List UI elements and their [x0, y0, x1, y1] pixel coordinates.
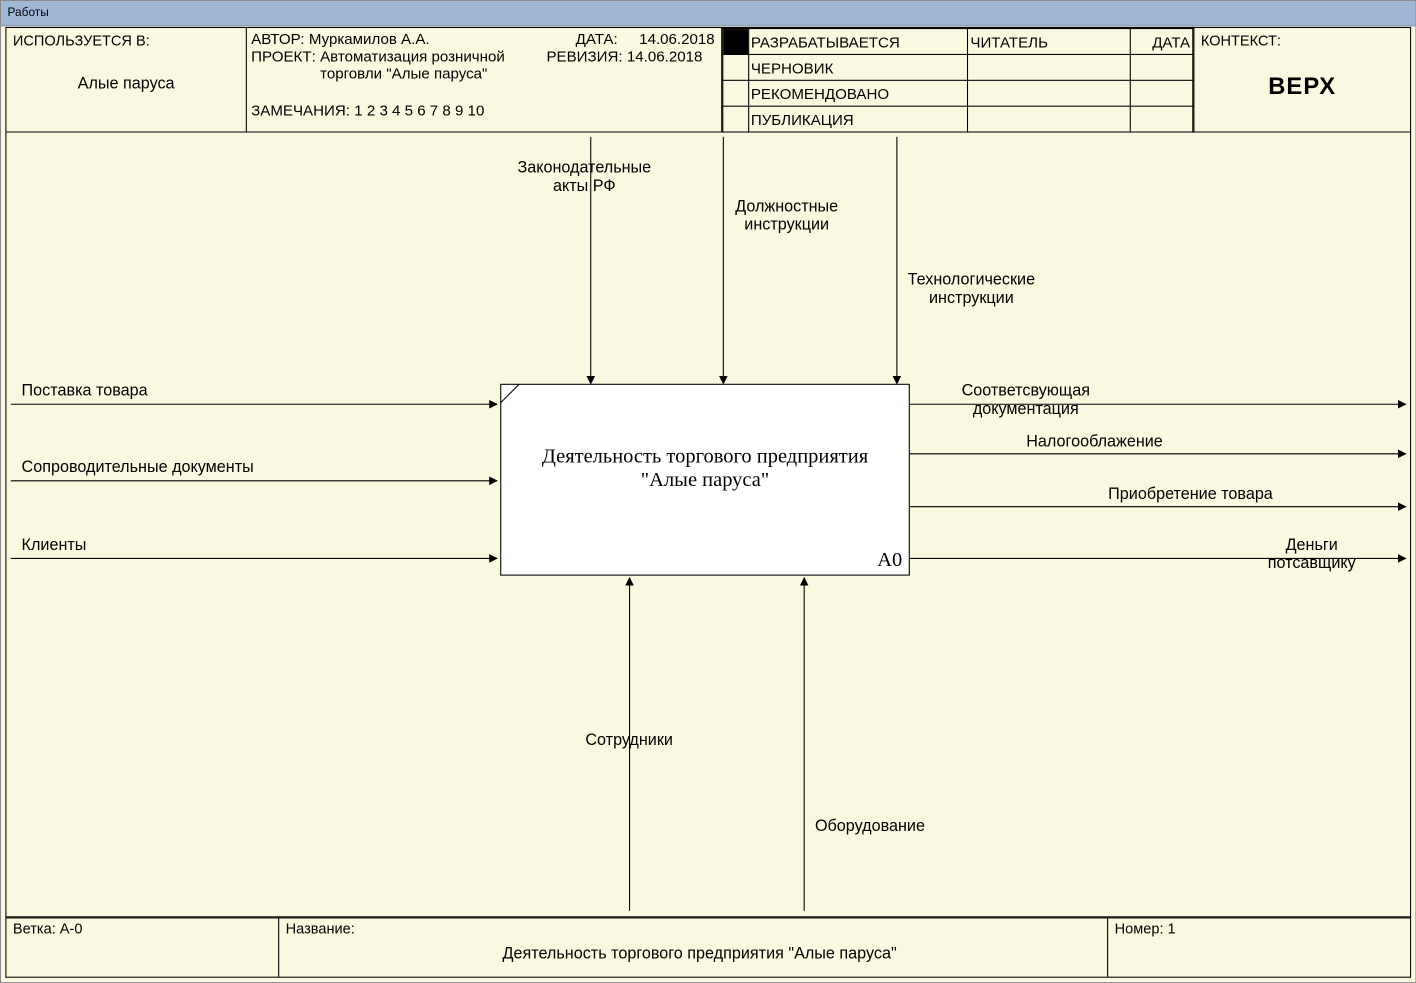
output-doc: Соответсвующая документация [962, 382, 1090, 419]
footer-title-label: Название: [286, 921, 355, 937]
activity-title-l1: Деятельность торгового предприятия [501, 445, 908, 469]
diagram-footer: Ветка: A-0 Название: Деятельность торгов… [5, 917, 1411, 977]
rev-value: 14.06.2018 [627, 47, 703, 81]
activity-block: Деятельность торгового предприятия "Алые… [500, 384, 910, 576]
status-recommended: РЕКОМЕНДОВАНО [748, 80, 968, 106]
footer-node-value: A-0 [60, 921, 83, 937]
control-tech: Технологические инструкции [908, 271, 1035, 308]
diagram-header: ИСПОЛЬЗУЕТСЯ В: Алые паруса АВТОР: Мурка… [5, 27, 1411, 133]
activity-node: A0 [877, 549, 902, 573]
footer-title-value: Деятельность торгового предприятия "Алые… [286, 944, 1114, 962]
project-value: Автоматизация розничной торговли "Алые п… [320, 47, 546, 81]
date-value: 14.06.2018 [618, 30, 715, 47]
mechanism-staff: Сотрудники [585, 731, 673, 749]
author-label: АВТОР: [251, 30, 304, 47]
footer-number-value: 1 [1168, 921, 1176, 937]
mechanism-equip: Оборудование [815, 817, 925, 835]
reader-label: ЧИТАТЕЛЬ [968, 29, 1131, 55]
remarks-label: ЗАМЕЧАНИЯ: [251, 101, 350, 118]
output-tax: Налогооблажение [1026, 432, 1163, 450]
context-value: ВЕРХ [1201, 72, 1404, 100]
rev-label: РЕВИЗИЯ: [546, 47, 622, 81]
input-supply: Поставка товара [22, 382, 148, 400]
author-value: Муркамилов А.А. [309, 30, 430, 47]
output-money: Деньги потсавщику [1268, 536, 1356, 573]
output-purchase: Приобретение товара [1108, 485, 1273, 503]
context-label: КОНТЕКСТ: [1201, 32, 1404, 48]
date-label: ДАТА: [576, 30, 618, 47]
used-in-value: Алые паруса [13, 74, 239, 92]
status-marker-working [723, 29, 748, 55]
window-title: Работы [8, 6, 49, 19]
status-working: РАЗРАБАТЫВАЕТСЯ [748, 29, 968, 55]
header-date-label: ДАТА [1131, 29, 1193, 55]
footer-node-label: Ветка: [13, 921, 56, 937]
control-job: Должностные инструкции [735, 197, 838, 234]
status-publication: ПУБЛИКАЦИЯ [748, 106, 968, 132]
input-docs: Сопроводительные документы [22, 458, 254, 476]
input-clients: Клиенты [22, 536, 87, 554]
control-law: Законодательные акты РФ [517, 158, 651, 195]
remarks-value: 1 2 3 4 5 6 7 8 9 10 [354, 101, 484, 118]
idef0-window: Работы ИСПОЛЬЗУЕТСЯ В: Алые паруса АВТОР… [0, 0, 1416, 983]
used-in-label: ИСПОЛЬЗУЕТСЯ В: [13, 32, 239, 48]
diagram-canvas: Деятельность торгового предприятия "Алые… [5, 133, 1411, 918]
window-titlebar: Работы [1, 1, 1415, 26]
status-grid: РАЗРАБАТЫВАЕТСЯ ЧИТАТЕЛЬ ДАТА ЧЕРНОВИК Р… [722, 28, 1193, 133]
footer-number-label: Номер: [1115, 921, 1164, 937]
activity-title-l2: "Алые паруса" [501, 469, 908, 493]
project-label: ПРОЕКТ: [251, 47, 316, 81]
status-draft: ЧЕРНОВИК [748, 54, 968, 80]
